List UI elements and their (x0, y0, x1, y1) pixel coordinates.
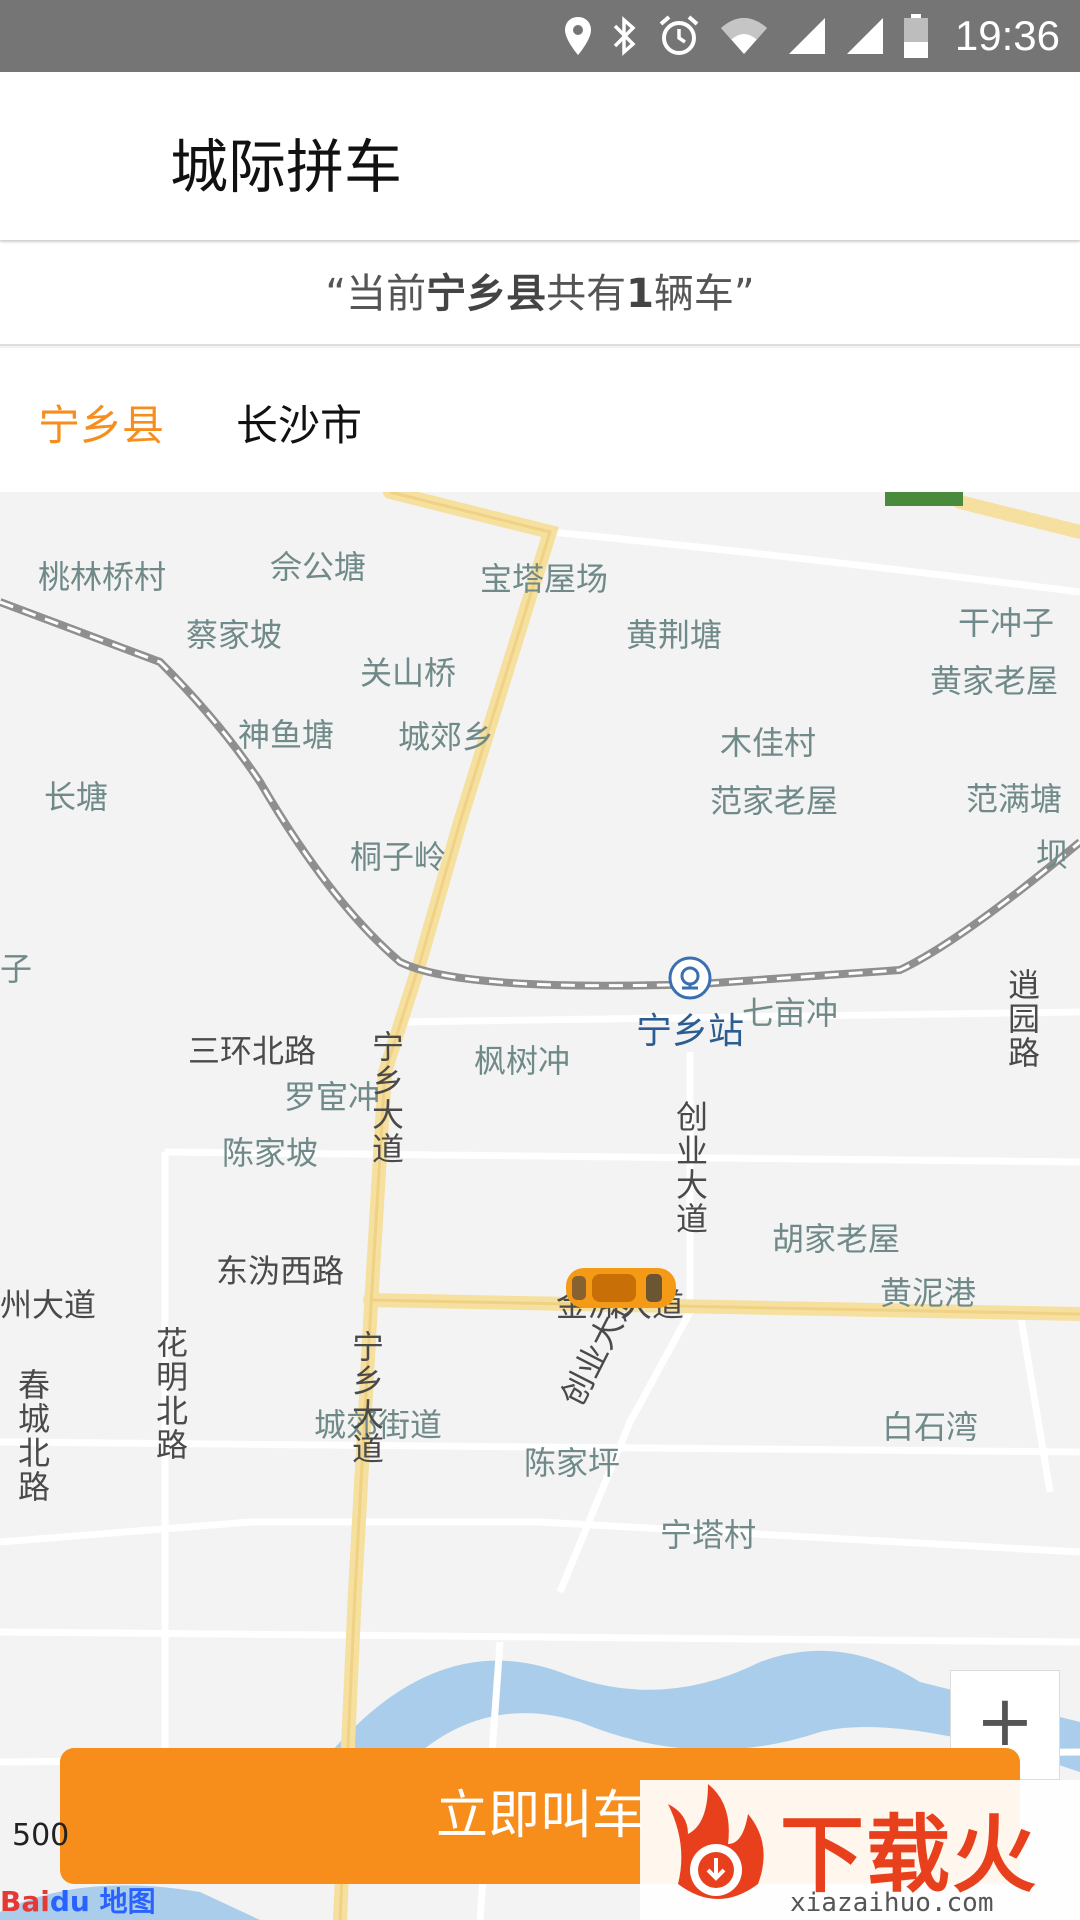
notice-county: 宁乡县 (426, 271, 547, 317)
station-label: 宁乡站 (636, 1011, 745, 1052)
map-view[interactable]: 桃林桥村 佘公塘 宝塔屋场 黄荆塘 干冲子 蔡家坡 关山桥 黄家老屋 神鱼塘 城… (0, 492, 1080, 1920)
city-tabs: 宁乡县 长沙市 (0, 348, 1080, 492)
map-place-label: 佘公塘 (270, 548, 367, 586)
map-place-label: 枫树冲 (474, 1042, 571, 1080)
car-marker-icon[interactable] (562, 1262, 680, 1318)
railway-station-icon[interactable] (668, 956, 712, 1004)
logo-right: du 地图 (49, 1885, 156, 1918)
map-road-label: 三环北路 (188, 1032, 317, 1070)
map-place-label: 桐子岭 (350, 838, 447, 876)
map-place-label: 陈家坡 (222, 1134, 319, 1172)
location-icon (563, 15, 593, 57)
alarm-icon (657, 14, 701, 58)
notice-suffix: 辆车” (653, 271, 755, 317)
map-place-label: 范家老屋 (710, 782, 839, 820)
map-place-label: 宁塔村 (660, 1516, 757, 1554)
notice-count: 1 (626, 271, 654, 317)
map-road-label: 东沩西路 (216, 1252, 345, 1290)
bluetooth-icon (611, 14, 639, 58)
battery-icon (903, 14, 929, 58)
status-time: 19:36 (954, 12, 1060, 59)
map-road-label: 逍园路 (1007, 966, 1040, 1072)
map-place-label: 关山桥 (360, 654, 457, 692)
signal-icon (845, 16, 885, 56)
page-title: 城际拼车 (170, 133, 403, 201)
map-place-label: 长塘 (44, 778, 109, 816)
map-place-label: 七亩冲 (742, 994, 839, 1032)
map-place-label: 陈家坪 (524, 1444, 621, 1482)
map-road-label: 宁乡大道 (351, 1328, 384, 1468)
notice-middle: 共有 (546, 271, 627, 317)
map-place-label: 罗宦冲 (284, 1078, 381, 1116)
map-place-label: 宝塔屋场 (480, 560, 609, 598)
map-road-label: 创业大道 (675, 1098, 708, 1238)
baidu-map-logo: Baidu 地图 (0, 1880, 156, 1920)
watermark: 下载火 xiazaihuo.com (640, 1780, 1080, 1920)
map-road-label: 花明北路 (155, 1324, 188, 1464)
map-road-label: 宁乡大道 (371, 1028, 404, 1168)
map-scale: 500 (12, 1818, 70, 1853)
map-base (0, 492, 1080, 1920)
map-place-label: 白石湾 (882, 1408, 979, 1446)
map-place-label: 胡家老屋 (772, 1220, 901, 1258)
map-place-label: 黄泥港 (880, 1274, 977, 1312)
logo-left: Bai (0, 1885, 50, 1918)
map-place-label: 蔡家坡 (186, 616, 283, 654)
map-place-label: 城郊乡 (398, 718, 495, 756)
notice-prefix: “当前 (325, 271, 427, 317)
wifi-icon (719, 16, 769, 56)
map-place-label: 木佳村 (720, 724, 817, 762)
map-road-label: 州大道 (0, 1286, 97, 1324)
map-place-label: 干冲子 (958, 604, 1055, 642)
watermark-url: xiazaihuo.com (790, 1888, 994, 1918)
tab-ningxiang[interactable]: 宁乡县 (38, 392, 164, 453)
tab-changsha[interactable]: 长沙市 (236, 392, 362, 453)
map-place-label: 范满塘 (966, 780, 1063, 818)
app-bar: 城际拼车 (0, 72, 1080, 240)
map-place-label: 坝 (1036, 836, 1069, 874)
map-place-label: 黄家老屋 (930, 662, 1059, 700)
flame-logo-icon (648, 1784, 778, 1918)
status-bar: 19:36 (0, 0, 1080, 72)
map-place-label: 黄荆塘 (626, 616, 723, 654)
map-place-label: 子 (0, 950, 33, 988)
vehicle-count-notice: “当前宁乡县共有1辆车” (0, 242, 1080, 346)
map-place-label: 桃林桥村 (38, 558, 167, 596)
signal-icon (787, 16, 827, 56)
map-place-label: 神鱼塘 (238, 716, 335, 754)
map-road-label: 春城北路 (17, 1366, 50, 1506)
